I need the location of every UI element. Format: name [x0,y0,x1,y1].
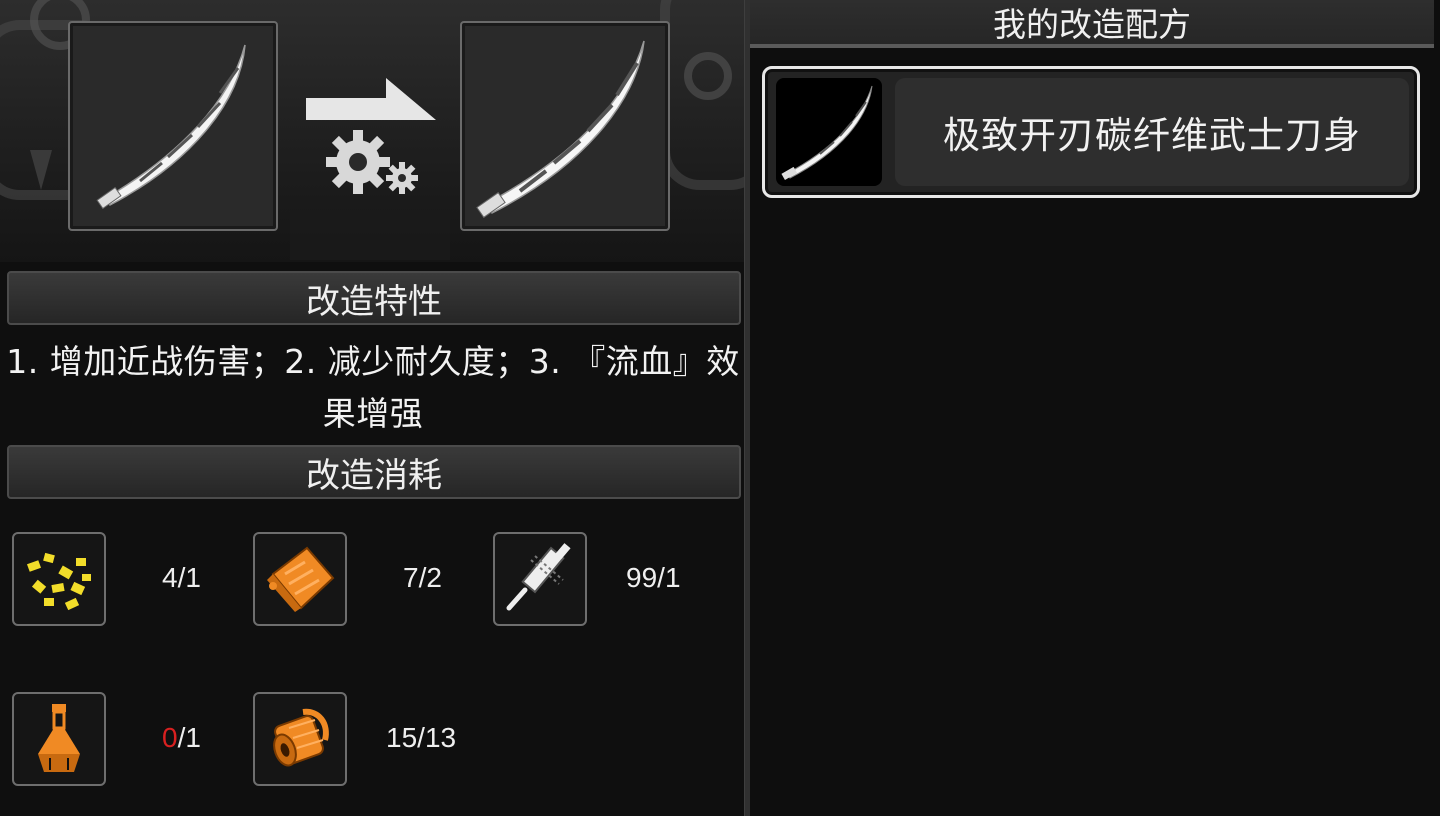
whetstone-tool-icon [506,543,571,611]
title-underline [750,44,1434,48]
katana-icon [781,85,873,180]
cost-header: 改造消耗 [7,445,741,499]
recipe-name: 极致开刃碳纤维武士刀身 [895,78,1409,186]
recipes-panel: 我的改造配方 极致开刃碳纤维武士刀身 [750,0,1440,816]
whetstone-tool-slot[interactable] [493,532,587,626]
katana-icon [476,40,645,219]
traits-description: 1. 增加近战伤害；2. 减少耐久度；3. 『流血』效果增强 [6,342,740,433]
transform-arrow-icon [306,78,436,120]
whetstone-tool-count: 99/1 [626,562,681,593]
result-item-slot[interactable] [460,21,670,231]
katana-icon [96,44,246,210]
potion-flask-slot[interactable] [12,692,106,786]
gold-nuggets-icon [26,552,91,611]
recipes-panel-title: 我的改造配方 [750,0,1434,44]
orange-material-count: 7/2 [403,562,442,593]
gold-nuggets-count: 4/1 [162,562,201,593]
orange-material-slot[interactable] [253,532,347,626]
recipes-title-label: 我的改造配方 [993,5,1191,44]
recipe-item[interactable]: 极致开刃碳纤维武士刀身 [762,66,1420,198]
modify-panel: 改造特性 1. 增加近战伤害；2. 减少耐久度；3. 『流血』效果增强 改造消耗… [0,0,744,816]
potion-flask-count: 0/1 [162,722,201,753]
recipe-thumbnail [776,78,882,186]
gold-nuggets-slot[interactable] [12,532,106,626]
potion-flask-icon [38,704,80,772]
modify-preview-area [0,0,744,262]
source-item-slot[interactable] [68,21,278,231]
gears-icon [326,130,418,194]
copper-coil-count: 15/13 [386,722,457,753]
traits-header: 改造特性 [7,271,741,325]
copper-coil-slot[interactable] [253,692,347,786]
cost-header-label: 改造消耗 [306,455,442,496]
copper-coil-icon [273,708,329,767]
orange-material-icon [267,546,335,612]
traits-header-label: 改造特性 [306,281,442,322]
